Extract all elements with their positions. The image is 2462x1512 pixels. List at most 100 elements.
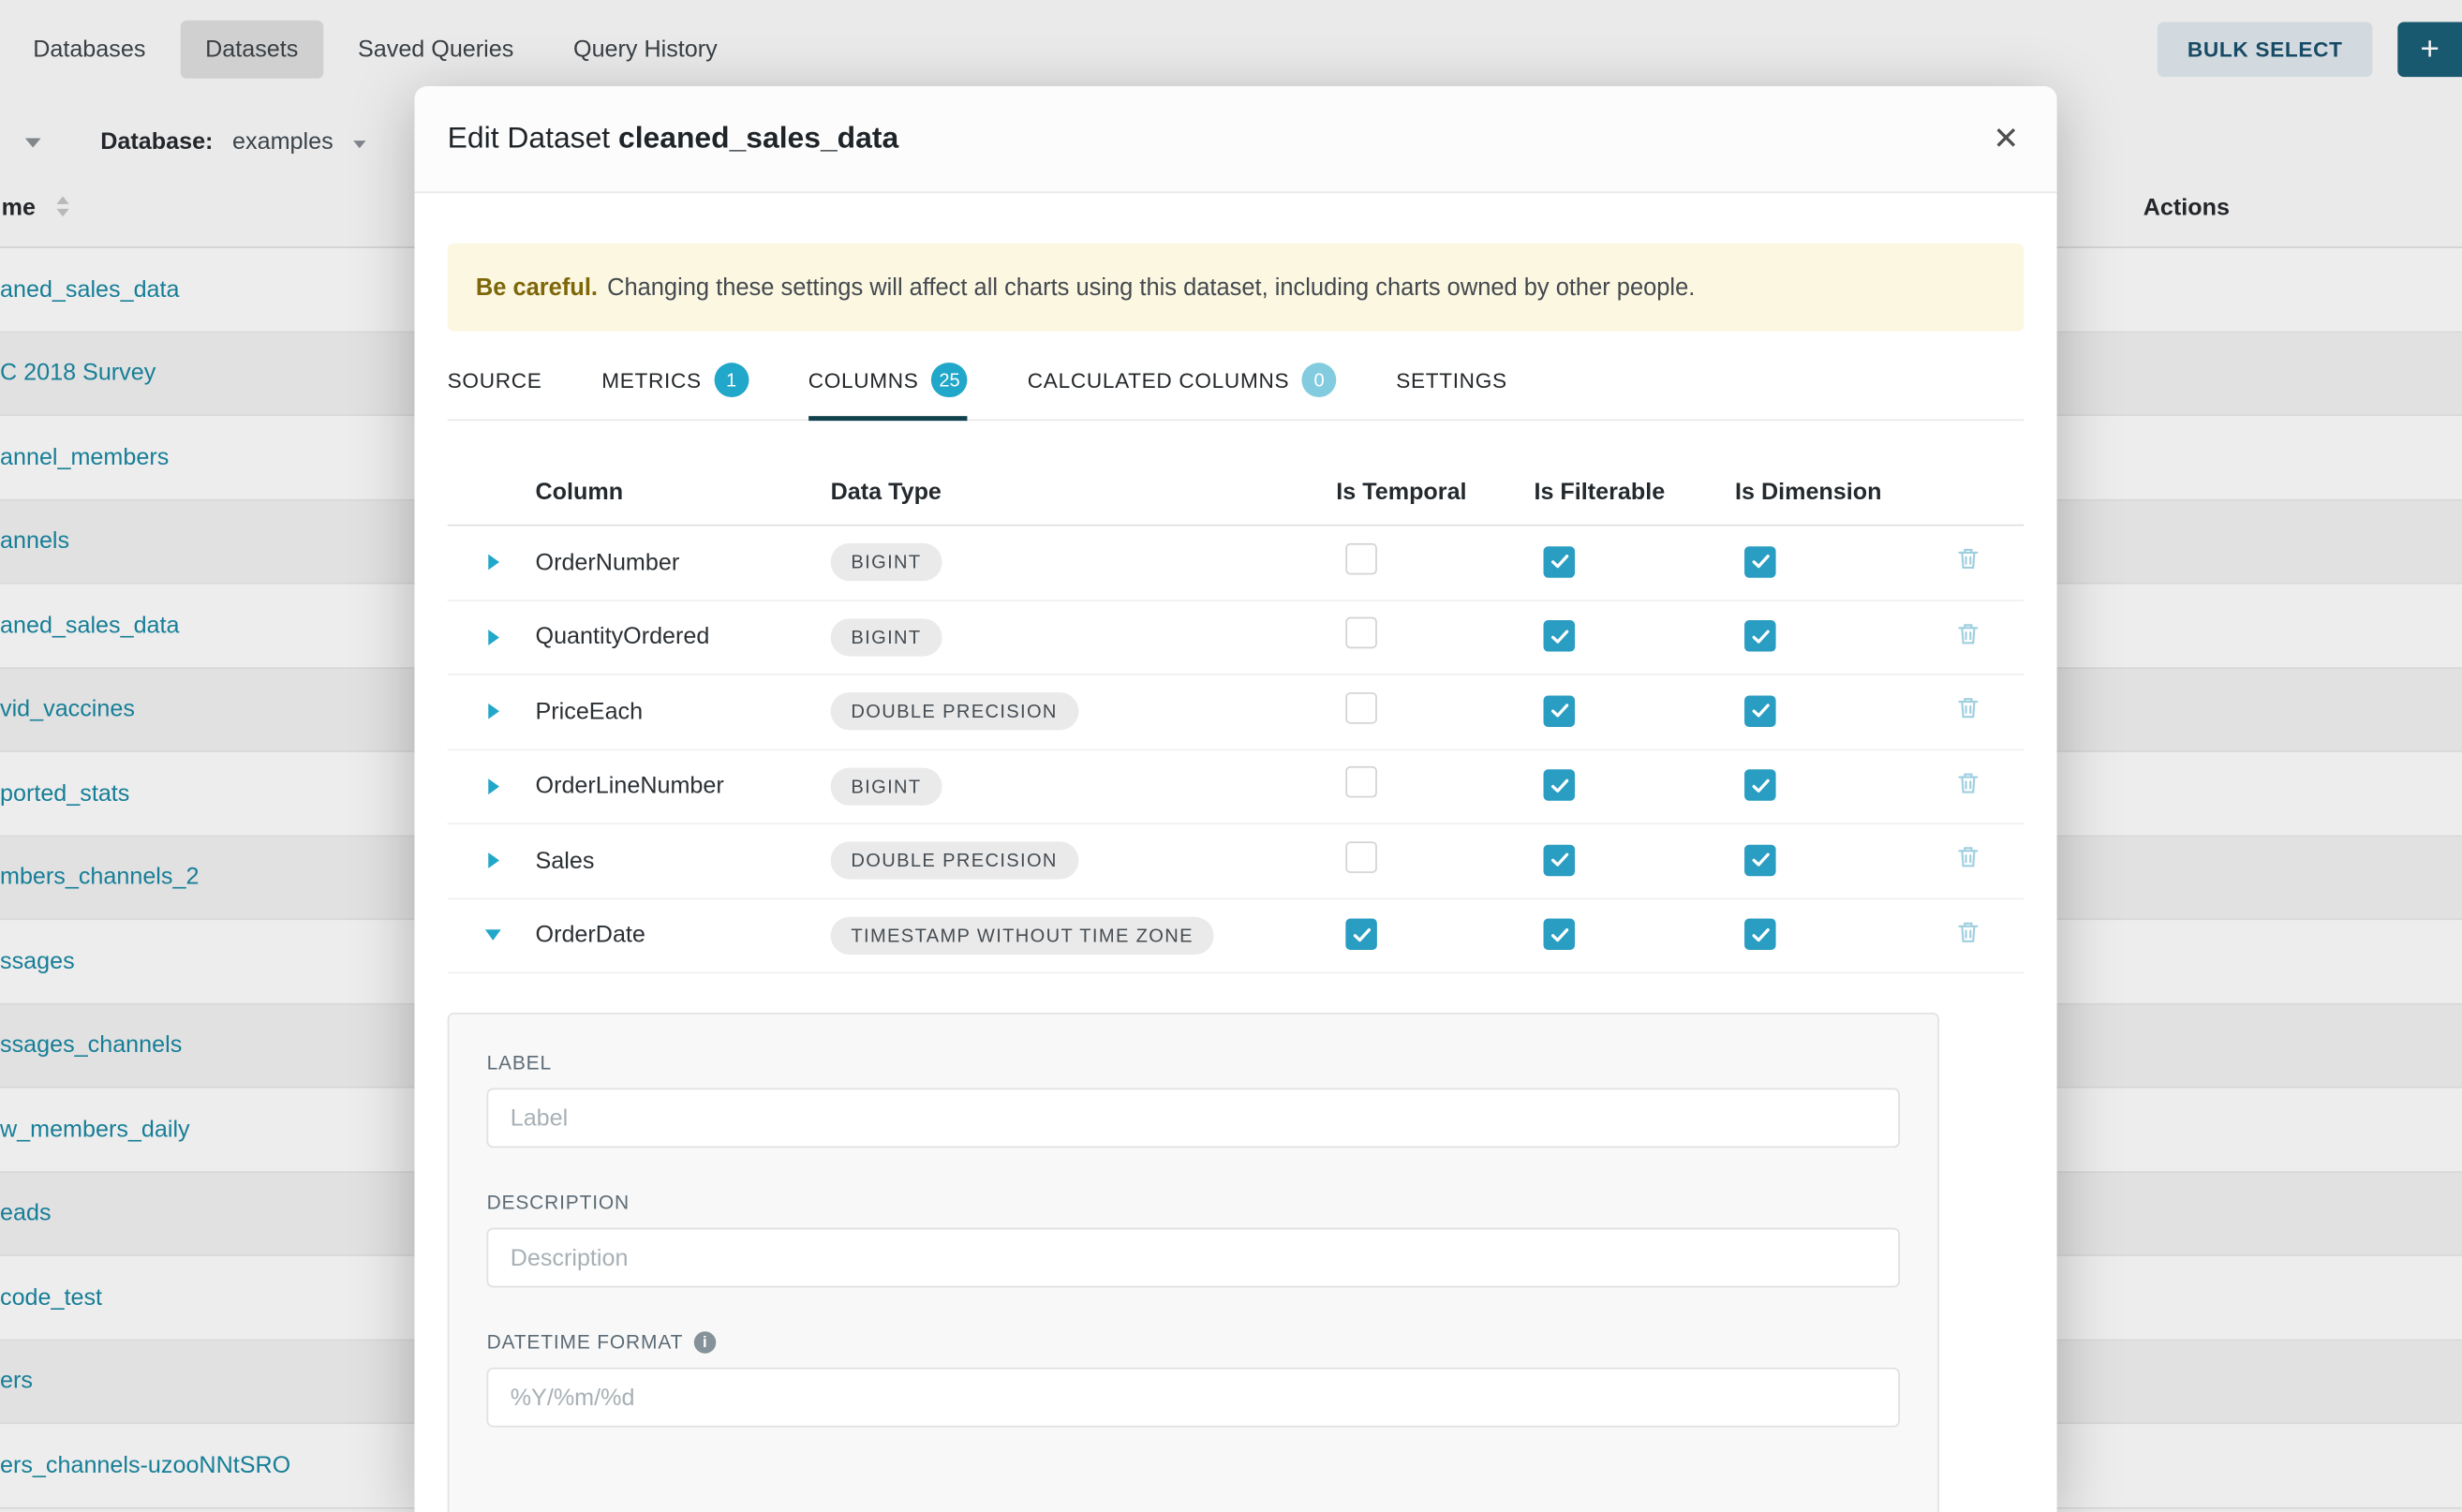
is-filterable-checkbox[interactable]: [1544, 545, 1576, 577]
header-is-dimension: Is Dimension: [1735, 478, 1955, 504]
is-temporal-checkbox[interactable]: [1345, 766, 1377, 798]
delete-column-icon[interactable]: [1955, 545, 1981, 571]
modal-body: Be careful. Changing these settings will…: [414, 244, 2056, 1512]
is-temporal-checkbox[interactable]: [1345, 617, 1377, 649]
check-icon: [1750, 626, 1771, 646]
trash-icon: [1955, 545, 1981, 571]
description-field-label: DESCRIPTION: [487, 1192, 1900, 1213]
info-icon[interactable]: i: [694, 1331, 716, 1353]
modal-tabs: SOURCE METRICS 1 COLUMNS 25 CALCULATED COLUMN…: [448, 353, 2024, 421]
data-type-pill: BIGINT: [831, 767, 942, 805]
column-name: OrderDate: [507, 922, 830, 948]
modal-title-dataset-name: cleaned_sales_data: [618, 122, 898, 155]
check-icon: [1750, 924, 1771, 944]
column-row: OrderNumberBIGINT: [448, 526, 2024, 600]
column-row: OrderDateTIMESTAMP WITHOUT TIME ZONE: [448, 899, 2024, 974]
tab-count-badge: 0: [1302, 363, 1337, 397]
column-row: OrderLineNumberBIGINT: [448, 749, 2024, 824]
warning-banner: Be careful. Changing these settings will…: [448, 244, 2024, 332]
tab-label: COLUMNS: [808, 368, 919, 392]
tab-count-badge: 1: [714, 363, 749, 397]
header-column: Column: [507, 478, 830, 504]
trash-icon: [1955, 694, 1981, 720]
data-type-pill: BIGINT: [831, 543, 942, 581]
delete-column-icon[interactable]: [1955, 843, 1981, 869]
check-icon: [1549, 551, 1569, 571]
datetime-format-field-label: DATETIME FORMAT i: [487, 1331, 1900, 1353]
modal-header: Edit Dataset cleaned_sales_data ✕: [414, 86, 2056, 193]
trash-icon: [1955, 769, 1981, 795]
modal-title-prefix: Edit Dataset: [448, 122, 610, 155]
expand-caret-icon[interactable]: [488, 555, 499, 571]
check-icon: [1549, 626, 1569, 646]
check-icon: [1549, 775, 1569, 795]
warning-bold-text: Be careful.: [476, 274, 598, 300]
delete-column-icon[interactable]: [1955, 620, 1981, 646]
delete-column-icon[interactable]: [1955, 918, 1981, 944]
is-filterable-checkbox[interactable]: [1544, 844, 1576, 876]
is-filterable-checkbox[interactable]: [1544, 769, 1576, 801]
data-type-pill: BIGINT: [831, 618, 942, 656]
column-name: OrderLineNumber: [507, 773, 830, 799]
column-name: Sales: [507, 848, 830, 874]
check-icon: [1549, 924, 1569, 944]
trash-icon: [1955, 918, 1981, 944]
data-type-pill: DOUBLE PRECISION: [831, 693, 1078, 731]
delete-column-icon[interactable]: [1955, 694, 1981, 720]
collapse-caret-icon[interactable]: [485, 930, 501, 941]
is-dimension-checkbox[interactable]: [1744, 918, 1776, 950]
datetime-format-field-group: DATETIME FORMAT i: [487, 1331, 1900, 1427]
column-detail-panel: LABEL DESCRIPTION DATETIME FORMAT i: [448, 1013, 1939, 1512]
is-temporal-checkbox[interactable]: [1345, 542, 1377, 574]
datetime-format-label-text: DATETIME FORMAT: [487, 1331, 684, 1353]
modal-title: Edit Dataset cleaned_sales_data: [448, 122, 899, 156]
delete-column-icon[interactable]: [1955, 769, 1981, 795]
data-type-pill: TIMESTAMP WITHOUT TIME ZONE: [831, 916, 1214, 954]
tab-label: METRICS: [601, 368, 702, 392]
is-temporal-checkbox[interactable]: [1345, 692, 1377, 724]
tab-calculated-columns[interactable]: CALCULATED COLUMNS 0: [1028, 353, 1337, 421]
trash-icon: [1955, 843, 1981, 869]
warning-text: Changing these settings will affect all …: [607, 274, 1695, 300]
check-icon: [1750, 850, 1771, 870]
is-dimension-checkbox[interactable]: [1744, 545, 1776, 577]
edit-dataset-modal: Edit Dataset cleaned_sales_data ✕ Be car…: [414, 86, 2056, 1512]
column-row: SalesDOUBLE PRECISION: [448, 824, 2024, 899]
is-dimension-checkbox[interactable]: [1744, 769, 1776, 801]
is-filterable-checkbox[interactable]: [1544, 918, 1576, 950]
columns-table-body: OrderNumberBIGINTQuantityOrderedBIGINTPr…: [448, 526, 2024, 973]
close-icon[interactable]: ✕: [1993, 124, 2019, 156]
column-row: PriceEachDOUBLE PRECISION: [448, 675, 2024, 750]
label-input[interactable]: [487, 1088, 1900, 1148]
description-field-group: DESCRIPTION: [487, 1192, 1900, 1287]
tab-label: CALCULATED COLUMNS: [1028, 368, 1289, 392]
tab-settings[interactable]: SETTINGS: [1396, 353, 1507, 421]
expand-caret-icon[interactable]: [488, 704, 499, 719]
header-data-type: Data Type: [831, 478, 1337, 504]
tab-label: SOURCE: [448, 368, 542, 392]
trash-icon: [1955, 620, 1981, 646]
expand-caret-icon[interactable]: [488, 852, 499, 868]
is-temporal-checkbox[interactable]: [1345, 841, 1377, 873]
header-is-filterable: Is Filterable: [1534, 478, 1735, 504]
header-is-temporal: Is Temporal: [1336, 478, 1534, 504]
is-filterable-checkbox[interactable]: [1544, 695, 1576, 727]
tab-source[interactable]: SOURCE: [448, 353, 542, 421]
is-dimension-checkbox[interactable]: [1744, 695, 1776, 727]
check-icon: [1750, 775, 1771, 795]
expand-caret-icon[interactable]: [488, 778, 499, 794]
app-root: DatabasesDatasetsSaved QueriesQuery Hist…: [0, 0, 2462, 1512]
expand-caret-icon[interactable]: [488, 630, 499, 645]
is-dimension-checkbox[interactable]: [1744, 620, 1776, 652]
tab-count-badge: 25: [931, 363, 968, 397]
datetime-format-input[interactable]: [487, 1368, 1900, 1428]
tab-columns[interactable]: COLUMNS 25: [808, 353, 968, 421]
tab-metrics[interactable]: METRICS 1: [601, 353, 749, 421]
check-icon: [1750, 551, 1771, 571]
column-row: QuantityOrderedBIGINT: [448, 600, 2024, 675]
is-temporal-checkbox[interactable]: [1345, 918, 1377, 950]
description-input[interactable]: [487, 1228, 1900, 1288]
check-icon: [1549, 701, 1569, 721]
is-dimension-checkbox[interactable]: [1744, 844, 1776, 876]
is-filterable-checkbox[interactable]: [1544, 620, 1576, 652]
